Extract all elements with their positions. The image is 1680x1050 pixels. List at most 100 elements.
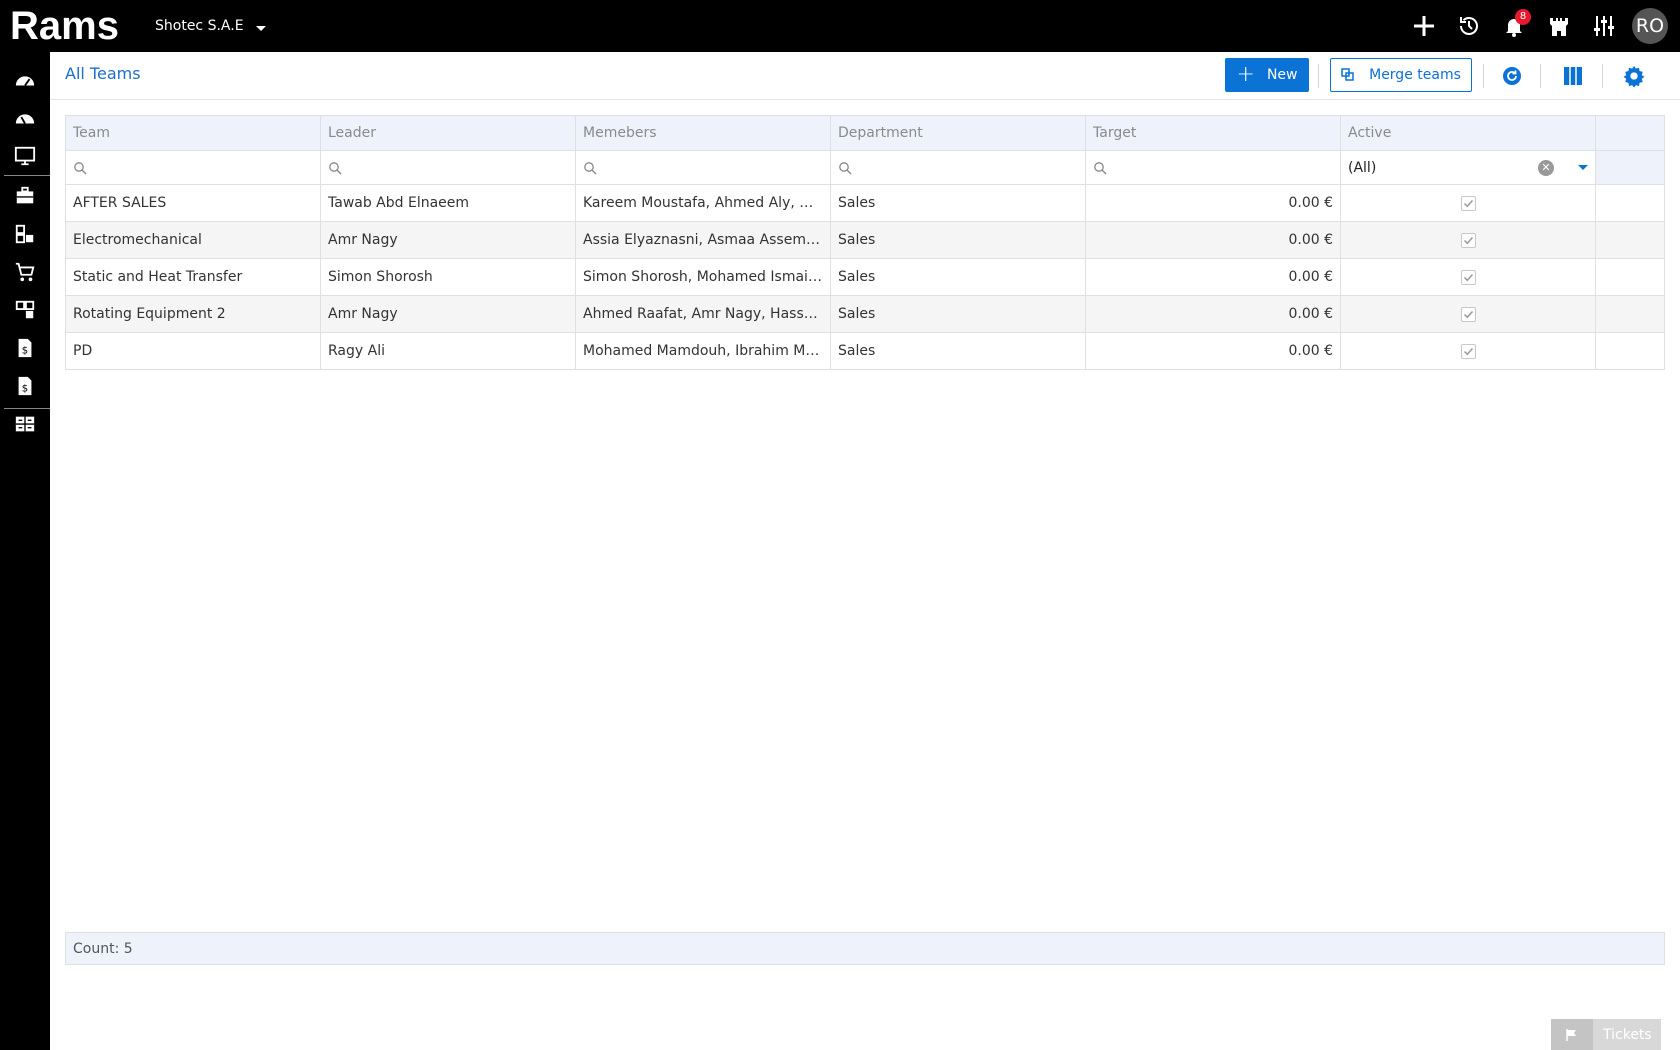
- sidebar-gauge-icon[interactable]: [0, 100, 50, 136]
- column-header-label: Memebers: [583, 125, 657, 141]
- active-checkbox[interactable]: [1460, 343, 1476, 359]
- column-header-target[interactable]: Target: [1085, 116, 1340, 150]
- filter-active-value: (All): [1348, 159, 1377, 176]
- active-checkbox[interactable]: [1460, 232, 1476, 248]
- cell-team-text: Rotating Equipment 2: [73, 306, 226, 322]
- column-header-active[interactable]: Active: [1340, 116, 1595, 150]
- tickets-label: Tickets: [1603, 1026, 1652, 1043]
- columns-icon[interactable]: [1561, 64, 1585, 88]
- sliders-icon[interactable]: [1581, 0, 1626, 52]
- column-header-spacer: [1595, 116, 1665, 150]
- filter-team-input[interactable]: [65, 151, 320, 184]
- notifications-bell-icon[interactable]: 8: [1491, 0, 1536, 52]
- settings-gear-icon[interactable]: [1622, 64, 1646, 88]
- merge-teams-button[interactable]: Merge teams: [1330, 58, 1472, 92]
- app-logo-text: Rams: [10, 6, 119, 46]
- top-actions: 8 RO: [1401, 0, 1680, 52]
- app-logo[interactable]: Rams: [10, 6, 132, 46]
- refresh-icon[interactable]: [1500, 64, 1524, 88]
- cell-department-text: Sales: [838, 269, 876, 285]
- page-title: All Teams: [65, 64, 141, 83]
- svg-text:$: $: [22, 384, 28, 395]
- active-checkbox[interactable]: [1460, 269, 1476, 285]
- table-row[interactable]: Rotating Equipment 2 Amr Nagy Ahmed Raafat…: [65, 296, 1665, 333]
- cell-members-text: Kareem Moustafa, Ahmed Aly, Ma...: [583, 195, 823, 211]
- cell-members: Mohamed Mamdouh, Ibrahim Mu...: [575, 333, 830, 369]
- cell-active: [1340, 259, 1595, 295]
- column-header-department[interactable]: Department: [830, 116, 1085, 150]
- active-checkbox[interactable]: [1460, 195, 1476, 211]
- cell-department: Sales: [830, 222, 1085, 258]
- column-header-leader[interactable]: Leader: [320, 116, 575, 150]
- search-icon: [839, 161, 852, 174]
- cell-team: AFTER SALES: [65, 185, 320, 221]
- cell-team: PD: [65, 333, 320, 369]
- table-row[interactable]: Electromechanical Amr Nagy Assia Elyaznasn…: [65, 222, 1665, 259]
- cell-department-text: Sales: [838, 343, 876, 359]
- clear-icon[interactable]: ✕: [1538, 159, 1554, 176]
- sidebar-cart-icon[interactable]: [0, 254, 50, 290]
- grid-footer: Count: 5: [65, 932, 1665, 965]
- teams-grid: Team Leader Memebers Department Target A…: [65, 115, 1665, 370]
- cell-spacer: [1595, 333, 1665, 369]
- cell-leader: Tawab Abd Elnaeem: [320, 185, 575, 221]
- cell-active: [1340, 296, 1595, 332]
- check-icon: [1463, 310, 1473, 318]
- cell-members-text: Mohamed Mamdouh, Ibrahim Mu...: [583, 343, 823, 359]
- table-row[interactable]: PD Ragy Ali Mohamed Mamdouh, Ibrahim Mu...…: [65, 333, 1665, 370]
- add-icon[interactable]: [1401, 0, 1446, 52]
- table-row[interactable]: AFTER SALES Tawab Abd Elnaeem Kareem Moust…: [65, 185, 1665, 222]
- cell-leader: Amr Nagy: [320, 222, 575, 258]
- tickets-button[interactable]: Tickets: [1551, 1019, 1661, 1050]
- filter-leader-input[interactable]: [320, 151, 575, 184]
- search-icon: [74, 161, 87, 174]
- sidebar-briefcase-icon[interactable]: [0, 178, 50, 214]
- cell-target-text: 0.00 €: [1288, 269, 1333, 285]
- history-icon[interactable]: [1446, 0, 1491, 52]
- svg-text:$: $: [22, 346, 28, 357]
- toolbar-divider: [1318, 64, 1319, 88]
- company-selector[interactable]: Shotec S.A.E: [155, 18, 266, 34]
- filter-department-input[interactable]: [830, 151, 1085, 184]
- chevron-down-icon[interactable]: [1578, 165, 1588, 170]
- table-row[interactable]: Static and Heat Transfer Simon Shorosh Sim…: [65, 259, 1665, 296]
- cell-spacer: [1595, 259, 1665, 295]
- row-count: Count: 5: [73, 940, 133, 957]
- filter-members-input[interactable]: [575, 151, 830, 184]
- user-avatar[interactable]: RO: [1632, 8, 1668, 44]
- column-header-label: Department: [838, 125, 923, 141]
- sidebar-monitor-icon[interactable]: [0, 138, 50, 174]
- cell-target-text: 0.00 €: [1288, 306, 1333, 322]
- search-icon: [1094, 161, 1107, 174]
- merge-icon: [1341, 68, 1354, 81]
- sidebar-modules-icon[interactable]: [0, 216, 50, 252]
- notifications-badge: 8: [1515, 9, 1531, 25]
- column-header-members[interactable]: Memebers: [575, 116, 830, 150]
- cell-team-text: Electromechanical: [73, 232, 202, 248]
- cell-target: 0.00 €: [1085, 222, 1340, 258]
- sidebar-dashboard-icon[interactable]: [0, 62, 50, 98]
- filter-active-select[interactable]: (All) ✕: [1340, 151, 1595, 184]
- cell-leader-text: Amr Nagy: [328, 232, 398, 248]
- cell-active: [1340, 222, 1595, 258]
- cell-target: 0.00 €: [1085, 296, 1340, 332]
- cell-active: [1340, 185, 1595, 221]
- grid-header-row: Team Leader Memebers Department Target A…: [65, 115, 1665, 151]
- cell-department: Sales: [830, 259, 1085, 295]
- toolbar-divider: [1602, 64, 1603, 88]
- sidebar-billing-icon[interactable]: $: [0, 368, 50, 404]
- merge-teams-label: Merge teams: [1369, 67, 1461, 83]
- sidebar-reports-icon[interactable]: [0, 406, 50, 442]
- castle-icon[interactable]: [1536, 0, 1581, 52]
- active-checkbox[interactable]: [1460, 306, 1476, 322]
- column-header-label: Leader: [328, 125, 377, 141]
- cell-members-text: Simon Shorosh, Mohamed Ismail, ...: [583, 269, 823, 285]
- new-button[interactable]: + New: [1225, 58, 1309, 92]
- filter-target-input[interactable]: [1085, 151, 1340, 184]
- column-header-team[interactable]: Team: [65, 116, 320, 150]
- cell-department-text: Sales: [838, 195, 876, 211]
- sidebar-invoice-icon[interactable]: $: [0, 330, 50, 366]
- sidebar-inventory-icon[interactable]: [0, 292, 50, 328]
- cell-team-text: Static and Heat Transfer: [73, 269, 243, 285]
- cell-leader: Amr Nagy: [320, 296, 575, 332]
